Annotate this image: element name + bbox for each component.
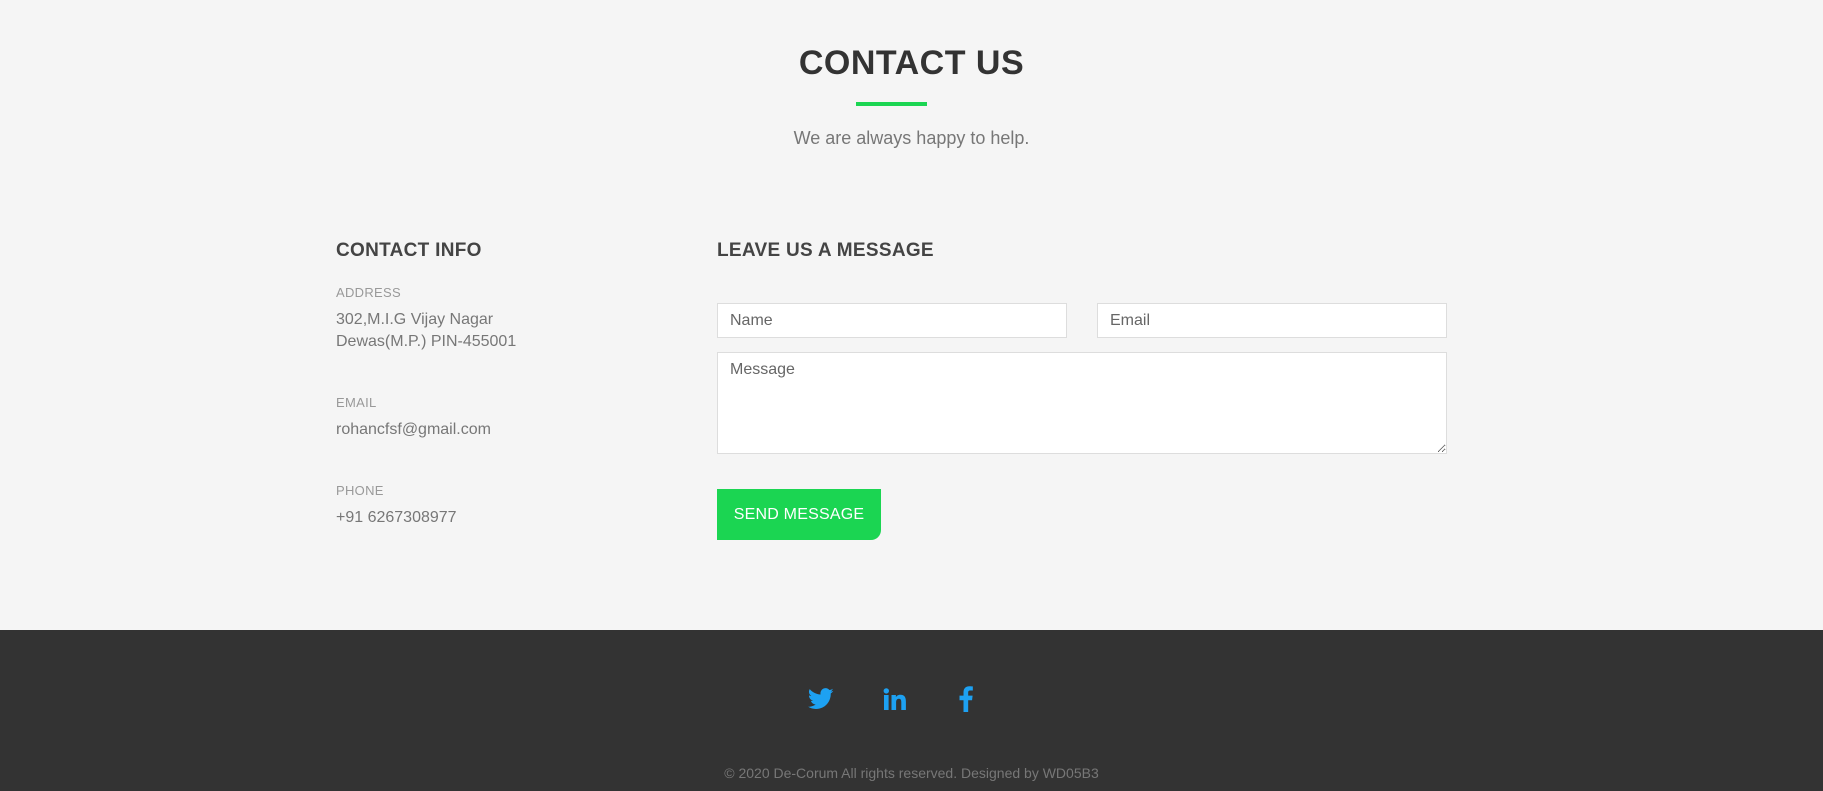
phone-value: +91 6267308977 xyxy=(336,509,457,526)
email-input[interactable] xyxy=(1097,303,1447,338)
message-form-heading: LEAVE US A MESSAGE xyxy=(717,240,934,261)
twitter-icon[interactable] xyxy=(806,684,836,714)
phone-label: PHONE xyxy=(336,483,384,498)
footer: © 2020 De-Corum All rights reserved. Des… xyxy=(0,630,1823,791)
contact-section: CONTACT US We are always happy to help. … xyxy=(0,0,1823,630)
contact-info-heading: CONTACT INFO xyxy=(336,240,482,261)
social-links xyxy=(0,684,1823,714)
message-textarea[interactable] xyxy=(717,352,1447,454)
page-title: CONTACT US xyxy=(798,44,1025,82)
linkedin-icon[interactable] xyxy=(880,684,910,714)
address-line-1: 302,M.I.G Vijay Nagar xyxy=(336,311,494,328)
title-underline xyxy=(856,102,927,106)
message-form: LEAVE US A MESSAGE SEND MESSAGE xyxy=(717,240,1447,540)
contact-info-column: CONTACT INFO ADDRESS 302,M.I.G Vijay Nag… xyxy=(336,240,676,526)
copyright-text: © 2020 De-Corum All rights reserved. Des… xyxy=(724,765,1099,781)
address-line-2: Dewas(M.P.) PIN-455001 xyxy=(336,333,517,350)
address-label: ADDRESS xyxy=(336,285,401,300)
email-value: rohancfsf@gmail.com xyxy=(336,421,491,438)
facebook-icon[interactable] xyxy=(951,684,981,714)
email-label: EMAIL xyxy=(336,395,377,410)
page-subtitle: We are always happy to help. xyxy=(793,128,1030,148)
name-input[interactable] xyxy=(717,303,1067,338)
send-message-button[interactable]: SEND MESSAGE xyxy=(717,489,881,540)
